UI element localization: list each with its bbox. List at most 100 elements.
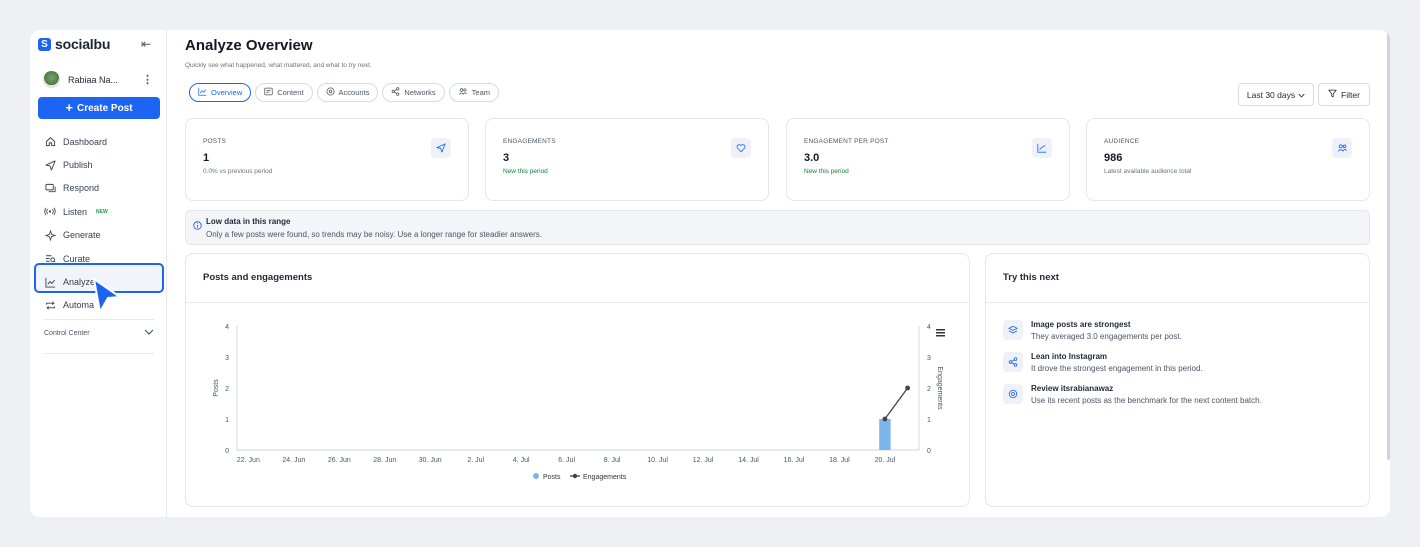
info-icon xyxy=(193,217,202,235)
sidebar-item-dashboard[interactable]: Dashboard xyxy=(44,130,162,153)
sidebar-item-respond[interactable]: Respond xyxy=(44,177,162,200)
x-tick-label: 18. Jul xyxy=(829,457,850,464)
chevron-down-icon xyxy=(1298,90,1305,100)
tip-description: Use its recent posts as the benchmark fo… xyxy=(1031,396,1262,405)
sidebar-item-publish[interactable]: Publish xyxy=(44,153,162,176)
trend-icon xyxy=(1032,138,1052,158)
chart-menu-icon xyxy=(936,335,945,337)
users-icon xyxy=(1332,138,1352,158)
x-tick-label: 30. Jun xyxy=(419,457,442,464)
send-icon xyxy=(431,138,451,158)
main-content: Analyze Overview Quickly see what happen… xyxy=(185,30,1390,517)
low-data-notice: Low data in this range Only a few posts … xyxy=(185,210,1370,245)
collapse-sidebar-icon[interactable]: ⇤ xyxy=(141,37,151,51)
more-vertical-icon[interactable]: ⋮ xyxy=(142,73,153,86)
x-tick-label: 8. Jul xyxy=(604,457,621,464)
legend-label-engagements: Engagements xyxy=(583,474,627,481)
create-post-button[interactable]: + Create Post xyxy=(38,97,160,119)
filter-icon xyxy=(1328,89,1337,100)
kpi-card-audience: AUDIENCE 986 Latest available audience t… xyxy=(1086,118,1370,201)
x-tick-label: 10. Jul xyxy=(647,457,668,464)
sidebar-item-label: Publish xyxy=(63,160,93,171)
chart-point xyxy=(882,416,888,422)
tab-team[interactable]: Team xyxy=(448,83,500,102)
kpi-note: Latest available audience total xyxy=(1104,168,1192,175)
x-tick-label: 2. Jul xyxy=(467,457,484,464)
legend-label-posts: Posts xyxy=(543,474,561,481)
user-name: Rabiaa Na... xyxy=(68,74,119,85)
x-tick-label: 28. Jun xyxy=(373,457,396,464)
y2-tick-label: 0 xyxy=(927,448,931,455)
kpi-label: AUDIENCE xyxy=(1104,138,1140,145)
sidebar-item-label: Automa xyxy=(63,300,95,311)
kpi-value: 986 xyxy=(1104,152,1123,164)
layers-icon xyxy=(1003,320,1023,340)
tip-item[interactable]: Image posts are strongest They averaged 3… xyxy=(1003,320,1182,341)
sidebar-item-label: Listen xyxy=(63,206,88,217)
sidebar-item-label: Curate xyxy=(63,253,91,264)
tip-title: Lean into Instagram xyxy=(1031,352,1108,361)
send-icon xyxy=(44,159,56,171)
kpi-label: ENGAGEMENTS xyxy=(503,138,556,145)
filter-button[interactable]: Filter xyxy=(1318,83,1370,106)
create-post-label: Create Post xyxy=(77,102,133,114)
kpi-value: 3 xyxy=(503,152,510,164)
brand-logo[interactable]: S socialbu xyxy=(38,36,110,52)
tab-accounts[interactable]: Accounts xyxy=(316,83,379,102)
x-tick-label: 16. Jul xyxy=(784,457,805,464)
panel-divider xyxy=(986,302,1369,303)
sidebar-item-listen[interactable]: Listen NEW xyxy=(44,200,162,223)
sidebar-item-label: Generate xyxy=(63,230,101,241)
sidebar-item-label: Respond xyxy=(63,183,100,194)
x-tick-label: 22. Jun xyxy=(237,457,260,464)
sidebar-divider xyxy=(44,319,154,320)
at-icon xyxy=(326,87,335,98)
kpi-card-posts: POSTS 1 0.0% vs previous period xyxy=(185,118,469,201)
chart-point xyxy=(905,385,911,391)
repeat-icon xyxy=(44,299,56,311)
sparkle-icon xyxy=(44,229,56,241)
y2-tick-label: 3 xyxy=(927,355,931,362)
legend-marker-engagements xyxy=(572,473,578,479)
tip-item[interactable]: Review itsrabianawaz Use its recent posts… xyxy=(1003,384,1262,405)
sidebar-item-generate[interactable]: Generate xyxy=(44,224,162,247)
tab-label: Accounts xyxy=(338,88,370,97)
document-icon xyxy=(264,87,273,98)
page-subtitle: Quickly see what happened, what mattered… xyxy=(185,62,372,69)
broadcast-icon xyxy=(44,206,56,218)
kpi-note: 0.0% vs previous period xyxy=(203,168,273,175)
date-range-value: Last 30 days xyxy=(1246,89,1296,100)
users-icon xyxy=(458,87,468,98)
chart-bar xyxy=(879,419,891,450)
kpi-label: POSTS xyxy=(203,138,227,145)
tab-label: Networks xyxy=(404,88,436,97)
kpi-value: 1 xyxy=(203,152,210,164)
y2-tick-label: 4 xyxy=(927,324,931,331)
kpi-note: New this period xyxy=(804,168,849,175)
plus-icon: + xyxy=(65,100,73,115)
page-scrollbar[interactable] xyxy=(1387,30,1390,460)
page-title: Analyze Overview xyxy=(185,37,313,54)
tip-description: They averaged 3.0 engagements per post. xyxy=(1031,332,1182,341)
tip-title: Image posts are strongest xyxy=(1031,320,1131,329)
tip-item[interactable]: Lean into Instagram It drove the stronges… xyxy=(1003,352,1203,373)
notice-description: Only a few posts were found, so trends m… xyxy=(206,230,543,239)
chevron-down-icon xyxy=(144,329,154,337)
chart-line-icon xyxy=(44,276,56,288)
tab-overview[interactable]: Overview xyxy=(189,83,252,102)
x-tick-label: 24. Jun xyxy=(282,457,305,464)
chart-line-engagements xyxy=(884,387,909,420)
posts-engagements-chart: 0 0 1 1 2 2 3 3 4 4 Posts Engagements 22. Jun 24. Jun… xyxy=(213,324,945,481)
kpi-card-engagement-per-post: ENGAGEMENT PER POST 3.0 New this period xyxy=(786,118,1070,201)
tab-networks[interactable]: Networks xyxy=(382,83,445,102)
y-tick-label: 0 xyxy=(225,448,229,455)
control-center-toggle[interactable]: Control Center xyxy=(44,329,154,337)
date-range-select[interactable]: Last 30 days xyxy=(1238,83,1314,106)
y-tick-label: 4 xyxy=(225,324,229,331)
control-center-label: Control Center xyxy=(44,329,90,337)
tab-content[interactable]: Content xyxy=(255,83,313,102)
x-tick-label: 26. Jun xyxy=(328,457,351,464)
user-switcher[interactable]: Rabiaa Na... xyxy=(43,71,153,88)
sidebar-item-curate[interactable]: Curate xyxy=(44,247,162,270)
sidebar: S socialbu ⇤ Rabiaa Na... ⋮ + Create Pos… xyxy=(30,30,167,517)
